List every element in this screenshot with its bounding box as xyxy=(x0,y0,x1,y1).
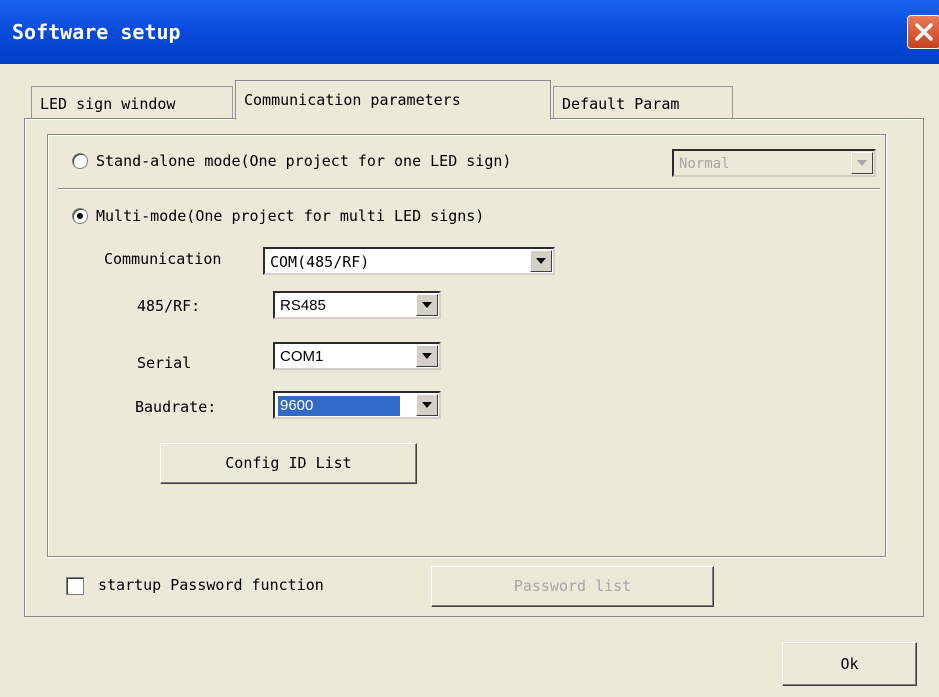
button-label: Password list xyxy=(513,577,632,595)
chevron-down-icon xyxy=(536,258,546,264)
select-value: Normal xyxy=(679,156,730,172)
select-value: COM(485/RF) xyxy=(270,253,370,271)
tab-label: Default Param xyxy=(562,95,680,113)
close-icon xyxy=(915,23,933,41)
separator xyxy=(58,188,880,190)
close-button[interactable] xyxy=(907,15,939,49)
select-value: 9600 xyxy=(278,396,400,416)
startup-password-checkbox[interactable] xyxy=(66,577,84,595)
ok-button[interactable]: Ok xyxy=(782,642,917,686)
communication-label: Communication xyxy=(104,250,222,268)
baudrate-select[interactable]: 9600 xyxy=(273,391,441,419)
stand-alone-radio[interactable] xyxy=(72,153,88,169)
select-value: RS485 xyxy=(280,297,326,314)
serial-label: Serial xyxy=(137,354,192,372)
baudrate-label: Baudrate: xyxy=(135,398,217,416)
button-label: Config ID List xyxy=(225,454,352,472)
rs485-rf-select[interactable]: RS485 xyxy=(273,291,441,319)
radio-dot xyxy=(77,213,83,219)
startup-password-label: startup Password function xyxy=(98,576,324,594)
chevron-down-icon xyxy=(422,302,432,308)
communication-select[interactable]: COM(485/RF) xyxy=(263,247,555,275)
multi-mode-label: Multi-mode(One project for multi LED sig… xyxy=(96,207,485,225)
window-title: Software setup xyxy=(12,20,181,44)
chevron-down-icon xyxy=(857,160,867,166)
tab-led-sign-window[interactable]: LED sign window xyxy=(31,86,233,120)
dropdown-arrow xyxy=(530,250,552,272)
multi-mode-radio[interactable] xyxy=(72,208,88,224)
dropdown-arrow xyxy=(416,345,438,367)
dropdown-arrow xyxy=(851,152,873,174)
stand-alone-label: Stand-alone mode(One project for one LED… xyxy=(96,152,512,170)
title-bar: Software setup xyxy=(0,0,939,64)
rs485-rf-label: 485/RF: xyxy=(137,297,201,315)
button-label: Ok xyxy=(840,655,859,673)
tab-label: LED sign window xyxy=(40,95,176,113)
tab-communication-parameters[interactable]: Communication parameters xyxy=(235,80,551,120)
password-list-button[interactable]: Password list xyxy=(431,566,714,607)
stand-alone-mode-select[interactable]: Normal xyxy=(672,149,876,177)
dropdown-arrow xyxy=(416,394,438,416)
dropdown-arrow xyxy=(416,294,438,316)
chevron-down-icon xyxy=(422,353,432,359)
chevron-down-icon xyxy=(422,402,432,408)
tab-default-param[interactable]: Default Param xyxy=(553,86,733,120)
config-id-list-button[interactable]: Config ID List xyxy=(160,443,417,484)
select-value: COM1 xyxy=(280,348,324,365)
serial-select[interactable]: COM1 xyxy=(273,342,441,370)
mode-group-box xyxy=(47,134,886,557)
tab-label: Communication parameters xyxy=(244,91,461,109)
